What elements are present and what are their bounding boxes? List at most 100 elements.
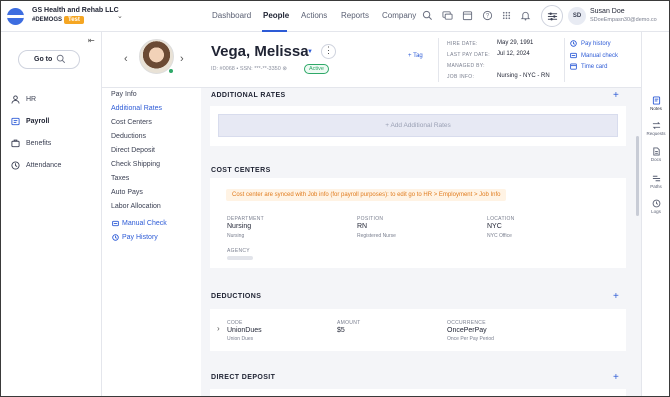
left-sidebar: ⇤ Go to HR Payroll Benefits Attendance <box>1 32 102 396</box>
deduction-code-label: CODE <box>227 320 243 326</box>
add-additional-rates-button[interactable]: + Add Additional Rates <box>218 114 618 137</box>
requests-icon <box>652 122 660 129</box>
sidebar-item-benefits[interactable]: Benefits <box>11 139 51 148</box>
subnav-labor-allocation[interactable]: Labor Allocation <box>111 203 161 210</box>
rail-item-paths[interactable]: Paths <box>642 174 669 189</box>
logs-icon <box>652 199 660 208</box>
add-additional-rate-plus-icon[interactable]: + <box>613 91 619 101</box>
help-icon[interactable]: ? <box>482 10 493 21</box>
top-bar: GS Health and Rehab LLC ⌄ #DEMOGS Test D… <box>1 1 669 32</box>
add-tag-button[interactable]: + Tag <box>408 53 423 59</box>
time-card-icon <box>570 63 577 70</box>
nav-dashboard[interactable]: Dashboard <box>212 11 251 20</box>
scrollbar-thumb[interactable] <box>636 136 639 216</box>
sidebar-item-attendance[interactable]: Attendance <box>11 161 61 170</box>
chevron-down-icon[interactable]: ▼ <box>307 49 313 55</box>
clock-icon <box>11 161 20 170</box>
section-title-deductions: DEDUCTIONS <box>211 293 262 300</box>
company-name[interactable]: GS Health and Rehab LLC <box>32 7 119 14</box>
position-label: POSITION <box>357 216 384 222</box>
deduction-amount-label: AMOUNT <box>337 320 361 326</box>
location-label: LOCATION <box>487 216 515 222</box>
subnav-direct-deposit[interactable]: Direct Deposit <box>111 147 155 154</box>
nav-people[interactable]: People <box>263 11 289 20</box>
subnav-check-shipping[interactable]: Check Shipping <box>111 161 160 168</box>
env-badge: Test <box>64 16 84 24</box>
rail-item-label: Docs <box>650 157 662 162</box>
add-deduction-plus-icon[interactable]: + <box>613 292 619 302</box>
sidebar-item-payroll[interactable]: Payroll <box>11 117 49 126</box>
rail-item-label: Requests <box>646 131 666 136</box>
prev-employee-icon[interactable]: ‹ <box>124 53 128 65</box>
divider <box>564 38 565 82</box>
chat-icon[interactable] <box>442 10 453 21</box>
nav-company[interactable]: Company <box>382 11 416 20</box>
rail-item-logs[interactable]: Logs <box>642 199 669 214</box>
deduction-occurrence-label: OCCURRENCE <box>447 320 486 326</box>
expand-row-chevron-icon[interactable]: › <box>217 324 220 333</box>
manual-check-icon <box>570 52 577 59</box>
nav-actions[interactable]: Actions <box>301 11 327 20</box>
subnav-taxes[interactable]: Taxes <box>111 175 129 182</box>
next-employee-icon[interactable]: › <box>180 53 184 65</box>
subnav-link-label: Manual Check <box>122 220 167 227</box>
rail-item-notes[interactable]: Notes <box>642 96 669 111</box>
manual-check-label: Manual check <box>581 52 619 59</box>
sidebar-item-label: Benefits <box>26 140 52 147</box>
search-icon[interactable] <box>422 10 433 21</box>
deduction-code-sub: Union Dues <box>227 336 254 342</box>
cost-center-sync-notice: Cost center are synced with Job info (fo… <box>226 189 507 201</box>
time-card-label: Time card <box>581 63 608 70</box>
goto-button[interactable]: Go to <box>18 50 80 69</box>
company-logo-icon[interactable] <box>7 8 24 25</box>
cost-centers-card: Cost center are synced with Job info (fo… <box>210 178 626 268</box>
sidebar-item-hr[interactable]: HR <box>11 95 36 104</box>
goto-label: Go to <box>34 56 53 63</box>
rail-item-requests[interactable]: Requests <box>642 121 669 136</box>
deductions-card: › CODE UnionDues Union Dues AMOUNT $5 OC… <box>210 309 626 351</box>
pay-history-icon <box>570 40 577 47</box>
settings-sliders-button[interactable] <box>541 5 563 27</box>
additional-rates-card: + Add Additional Rates <box>210 106 626 146</box>
position-sub: Registered Nurse <box>357 233 396 239</box>
user-avatar[interactable]: SD <box>568 7 586 25</box>
subnav-cost-centers[interactable]: Cost Centers <box>111 119 152 126</box>
apps-grid-icon[interactable] <box>501 10 512 21</box>
position-value: RN <box>357 223 368 230</box>
job-info-value: Nursing - NYC - RN <box>497 73 550 79</box>
person-icon <box>11 95 20 104</box>
add-direct-deposit-plus-icon[interactable]: + <box>613 373 619 383</box>
pay-history-label: Pay history <box>581 40 611 47</box>
more-options-button[interactable]: ⋮ <box>321 44 336 59</box>
subnav-pay-info[interactable]: Pay Info <box>111 91 137 98</box>
last-pay-date-value: Jul 12, 2024 <box>497 51 530 57</box>
rail-item-docs[interactable]: Docs <box>642 147 669 162</box>
subnav-pay-history-link[interactable]: Pay History <box>112 234 158 241</box>
pay-history-link[interactable]: Pay history <box>570 40 611 47</box>
hire-date-label: HIRE DATE: <box>447 41 478 47</box>
time-card-link[interactable]: Time card <box>570 63 607 70</box>
bell-icon[interactable] <box>520 10 531 21</box>
nav-reports[interactable]: Reports <box>341 11 369 20</box>
subnav-additional-rates[interactable]: Additional Rates <box>111 105 162 112</box>
subnav-auto-pays[interactable]: Auto Pays <box>111 189 143 196</box>
section-title-direct-deposit: DIRECT DEPOSIT <box>211 374 276 381</box>
app-window: GS Health and Rehab LLC ⌄ #DEMOGS Test D… <box>0 0 670 397</box>
subnav-manual-check-link[interactable]: Manual Check <box>112 220 167 227</box>
sidebar-item-label: HR <box>26 96 37 103</box>
subnav-deductions[interactable]: Deductions <box>111 133 146 140</box>
rail-item-label: Notes <box>650 106 662 111</box>
scrollbar-track[interactable] <box>633 88 641 396</box>
sidebar-item-label: Attendance <box>26 162 62 169</box>
user-name[interactable]: Susan Doe <box>590 8 625 15</box>
deduction-code-value: UnionDues <box>227 327 262 334</box>
calendar-icon[interactable] <box>462 10 473 21</box>
manual-check-link[interactable]: Manual check <box>570 52 618 59</box>
department-value: Nursing <box>227 223 252 230</box>
employee-name: Vega, Melissa <box>211 43 309 60</box>
rail-item-label: Paths <box>650 184 662 189</box>
collapse-sidebar-icon[interactable]: ⇤ <box>88 36 95 45</box>
chevron-down-icon[interactable]: ⌄ <box>117 12 123 20</box>
manual-check-icon <box>112 220 119 227</box>
department-label: DEPARTMENT <box>227 216 264 222</box>
